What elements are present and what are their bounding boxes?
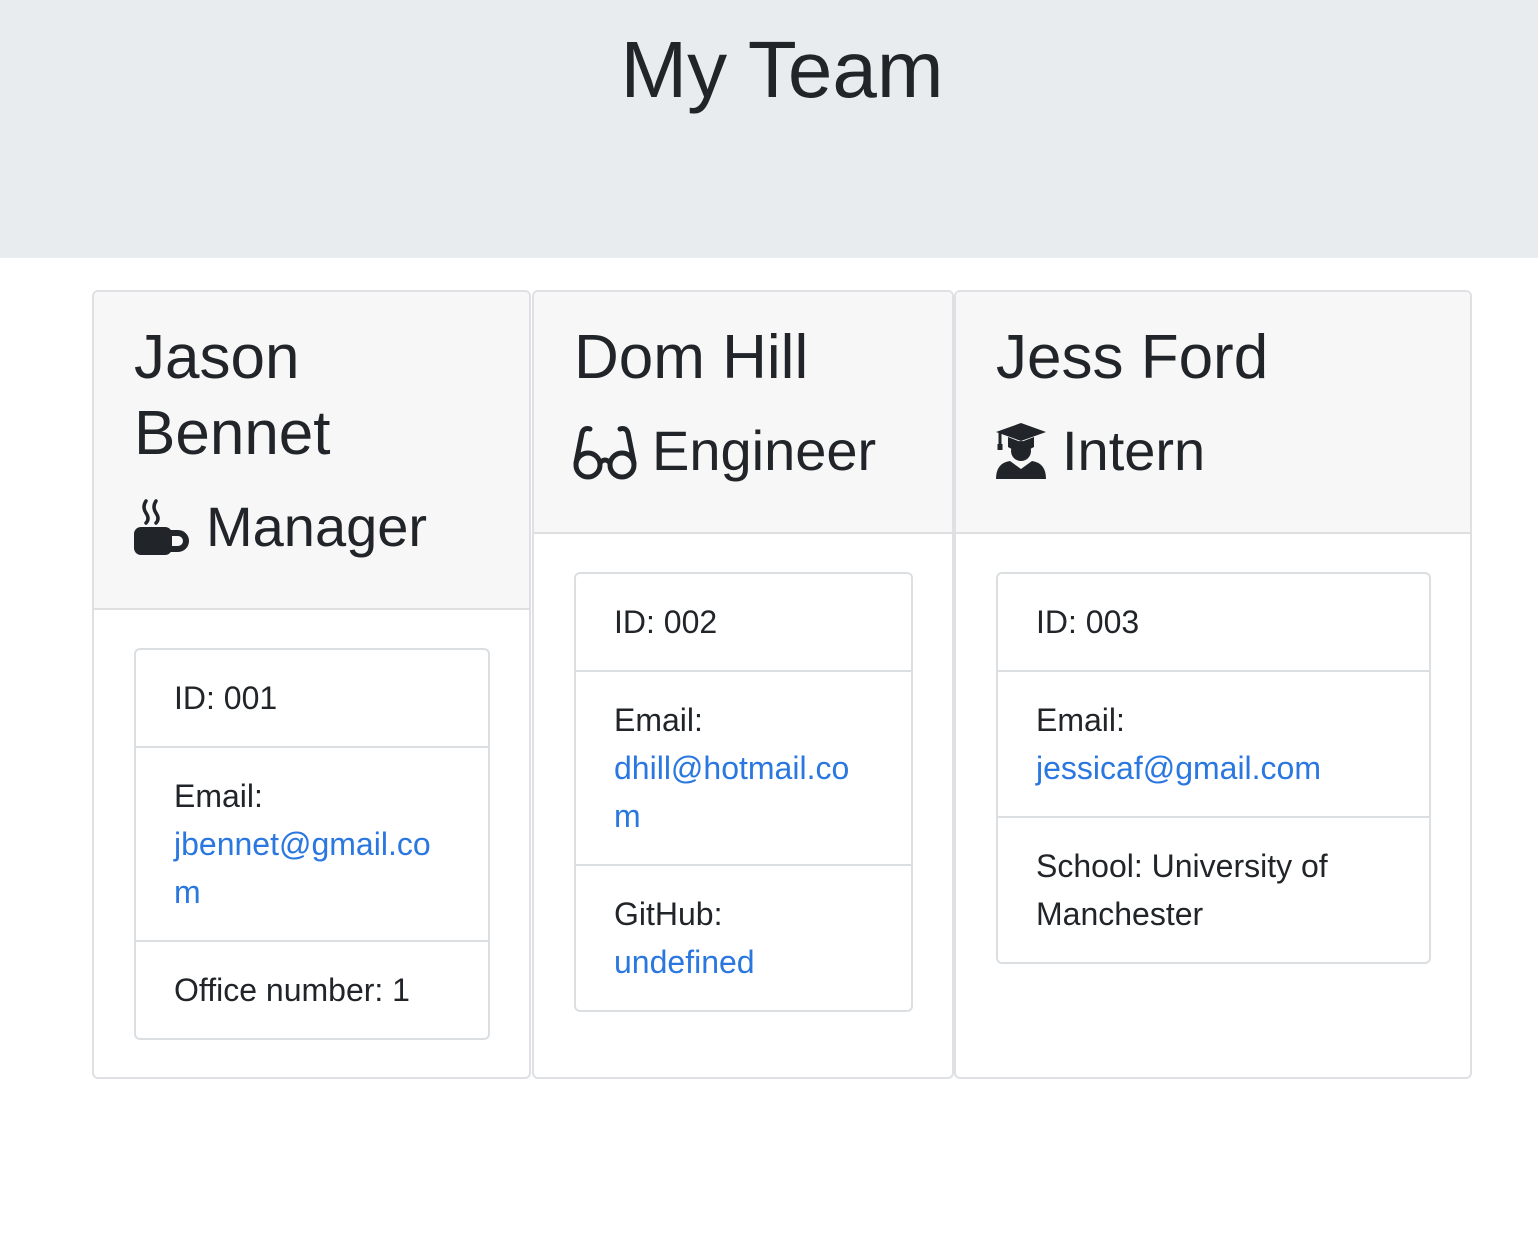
email-link[interactable]: jbennet@gmail.com — [174, 826, 431, 910]
github-label: GitHub: — [614, 896, 723, 932]
employee-email: Email: dhill@hotmail.com — [576, 672, 911, 866]
employee-details-list: ID: 002 Email: dhill@hotmail.com GitHub:… — [574, 572, 913, 1012]
office-number-text: Office number: 1 — [174, 972, 410, 1008]
employee-name: Dom Hill — [574, 323, 809, 392]
github-link[interactable]: undefined — [614, 944, 755, 980]
email-label: Email: — [1036, 702, 1125, 738]
employee-name: Jess Ford — [996, 323, 1269, 392]
employee-details-list: ID: 001 Email: jbennet@gmail.com Office … — [134, 648, 490, 1040]
employee-github: GitHub: undefined — [576, 866, 911, 1010]
employee-email: Email: jbennet@gmail.com — [136, 748, 488, 942]
coffee-mug-icon — [132, 497, 192, 557]
graduate-icon — [994, 421, 1048, 481]
role-label: Manager — [206, 495, 428, 558]
employee-id: ID: 001 — [136, 650, 488, 748]
email-label: Email: — [614, 702, 703, 738]
employee-id: ID: 002 — [576, 574, 911, 672]
role-label: Engineer — [652, 419, 877, 482]
id-text: ID: 001 — [174, 680, 278, 716]
id-text: ID: 003 — [1036, 604, 1140, 640]
employee-role: Manager — [132, 492, 427, 562]
card-header: Dom Hill Engineer — [534, 292, 952, 534]
page-header: My Team — [0, 0, 1538, 258]
id-text: ID: 002 — [614, 604, 718, 640]
employee-card-manager: Jason Bennet Manager ID: 001 Email: jben… — [92, 290, 531, 1079]
card-header: Jason Bennet Manager — [94, 292, 529, 610]
school-text: School: University of Manchester — [1036, 848, 1328, 932]
employee-role: Intern — [994, 416, 1205, 486]
employee-card-intern: Jess Ford Intern ID: 003 Email: jessicaf… — [954, 290, 1472, 1079]
employee-card-engineer: Dom Hill Engineer ID: 002 Email: dhill@h… — [532, 290, 954, 1079]
employee-details-list: ID: 003 Email: jessicaf@gmail.com School… — [996, 572, 1431, 964]
email-label: Email: — [174, 778, 263, 814]
card-header: Jess Ford Intern — [956, 292, 1470, 534]
employee-email: Email: jessicaf@gmail.com — [998, 672, 1429, 818]
glasses-icon — [572, 421, 638, 481]
employee-id: ID: 003 — [998, 574, 1429, 672]
employee-role: Engineer — [572, 416, 876, 486]
role-label: Intern — [1062, 419, 1206, 482]
employee-name: Jason Bennet — [134, 323, 331, 468]
email-link[interactable]: jessicaf@gmail.com — [1036, 750, 1321, 786]
employee-office-number: Office number: 1 — [136, 942, 488, 1038]
email-link[interactable]: dhill@hotmail.com — [614, 750, 849, 834]
employee-school: School: University of Manchester — [998, 818, 1429, 962]
page-title: My Team — [620, 25, 944, 114]
